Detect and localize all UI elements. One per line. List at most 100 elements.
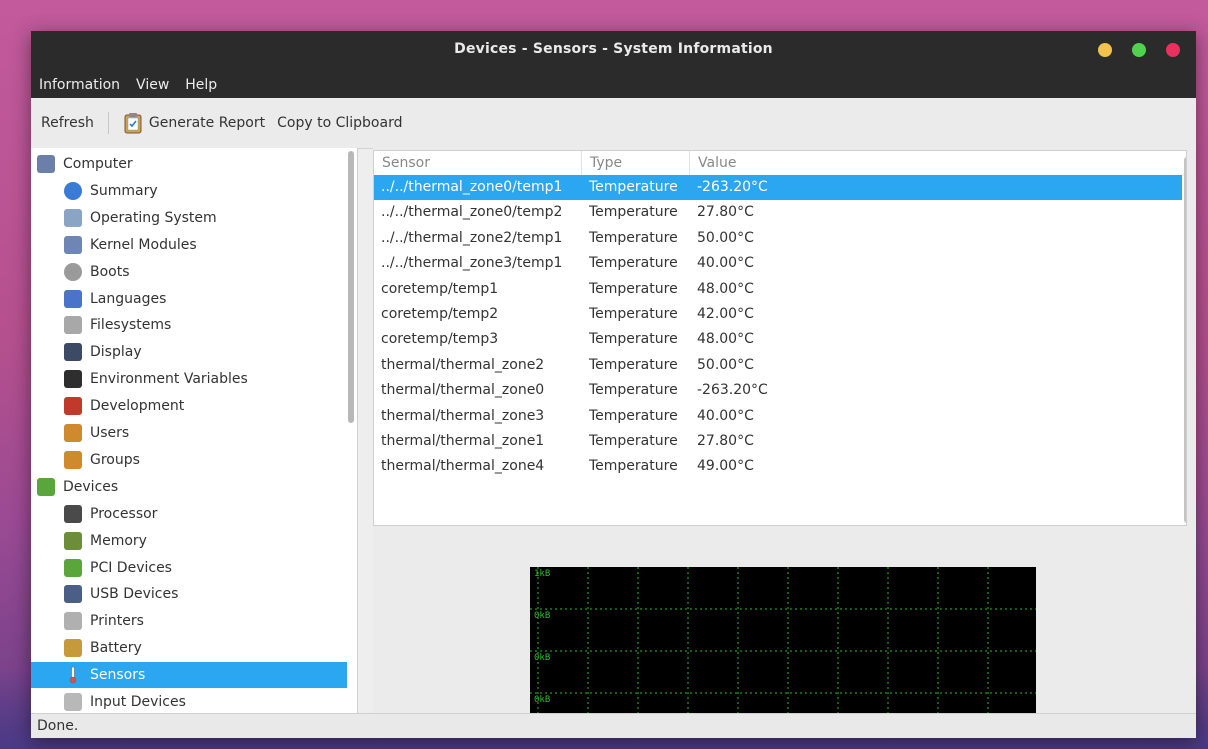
header-value[interactable]: Value xyxy=(690,151,830,175)
close-button[interactable] xyxy=(1166,43,1180,57)
type-cell: Temperature xyxy=(589,433,678,449)
sidebar-item-label: Summary xyxy=(90,182,158,199)
sidebar-item-sensors[interactable]: Sensors xyxy=(31,662,347,689)
table-row[interactable]: ../../thermal_zone0/temp2 Temperature 27.8… xyxy=(374,200,1182,225)
table-row[interactable]: thermal/thermal_zone3 Temperature 40.00°C xyxy=(374,404,1182,429)
sensor-cell: thermal/thermal_zone4 xyxy=(381,458,545,475)
menu-bar: Information View Help xyxy=(31,73,225,97)
table-row[interactable]: thermal/thermal_zone1 Temperature 27.80°C xyxy=(374,429,1182,454)
toolbar-separator xyxy=(107,112,109,134)
sidebar-item-label: Sensors xyxy=(90,667,146,684)
table-row[interactable]: ../../thermal_zone2/temp1 Temperature 50.0… xyxy=(374,226,1182,251)
sidebar-item-languages[interactable]: Languages xyxy=(31,286,166,312)
table-row[interactable]: thermal/thermal_zone2 Temperature 50.00°C xyxy=(374,353,1182,378)
menu-information[interactable]: Information xyxy=(31,73,128,97)
sensor-cell: coretemp/temp3 xyxy=(381,331,499,348)
sidebar-item-label: Users xyxy=(90,425,130,441)
sidebar-item-pci-devices[interactable]: PCI Devices xyxy=(31,555,172,581)
sidebar-item-input-devices[interactable]: Input Devices xyxy=(31,689,186,713)
header-sensor[interactable]: Sensor xyxy=(374,151,582,175)
sidebar-item-label: Devices xyxy=(63,478,119,495)
copy-to-clipboard-button[interactable]: Copy to Clipboard xyxy=(275,115,412,131)
menu-view[interactable]: View xyxy=(128,73,177,97)
graph-grid xyxy=(530,567,1036,735)
sidebar-item-processor[interactable]: Processor xyxy=(31,501,157,527)
sensor-graph: 1kB 0kB 0kB 0kB xyxy=(530,567,1036,735)
info-icon xyxy=(64,181,82,200)
table-row[interactable]: ../../thermal_zone0/temp1 Temperature -263… xyxy=(374,175,1182,200)
usb-icon xyxy=(64,585,82,604)
refresh-button[interactable]: Refresh xyxy=(31,115,104,131)
graph-label: 1kB xyxy=(534,569,551,579)
sidebar-item-operating-system[interactable]: Operating System xyxy=(31,205,217,231)
sidebar-item-label: Processor xyxy=(90,505,158,522)
copy-to-clipboard-label: Copy to Clipboard xyxy=(277,115,403,131)
type-cell: Temperature xyxy=(589,331,678,348)
type-cell: Temperature xyxy=(589,255,678,272)
sensor-table: Sensor Type Value ../../thermal_zone0/te… xyxy=(373,150,1187,526)
sidebar-item-label: Printers xyxy=(90,613,144,630)
sensor-cell: ../../thermal_zone3/temp1 xyxy=(381,255,563,272)
sidebar-item-summary[interactable]: Summary xyxy=(31,178,158,204)
sensor-cell: coretemp/temp1 xyxy=(381,280,499,297)
maximize-button[interactable] xyxy=(1132,43,1146,57)
sidebar-item-boots[interactable]: Boots xyxy=(31,259,130,285)
sidebar-item-battery[interactable]: Battery xyxy=(31,635,142,661)
sidebar-item-filesystems[interactable]: Filesystems xyxy=(31,312,171,338)
app-window: Devices - Sensors - System Information I… xyxy=(31,31,1196,738)
sidebar-item-label: Computer xyxy=(63,156,133,172)
sidebar-item-label: Kernel Modules xyxy=(90,236,197,253)
value-cell: -263.20°C xyxy=(697,179,768,195)
sidebar-item-groups[interactable]: Groups xyxy=(31,447,140,473)
sidebar-item-users[interactable]: Users xyxy=(31,420,129,446)
sensor-cell: ../../thermal_zone0/temp2 xyxy=(381,204,563,221)
sidebar-item-memory[interactable]: Memory xyxy=(31,528,147,554)
power-icon xyxy=(64,262,82,281)
value-cell: 42.00°C xyxy=(697,306,754,322)
sidebar-tree: Computer Summary Operating System Kernel Mo… xyxy=(31,148,358,713)
printer-icon xyxy=(64,612,82,631)
main-panel: Sensor Type Value ../../thermal_zone0/te… xyxy=(373,148,1196,735)
sidebar-item-label: Memory xyxy=(90,532,147,549)
sidebar-item-label: Filesystems xyxy=(90,317,172,334)
sidebar-item-kernel-modules[interactable]: Kernel Modules xyxy=(31,232,197,258)
sidebar-item-usb-devices[interactable]: USB Devices xyxy=(31,581,178,607)
sensor-cell: coretemp/temp2 xyxy=(381,306,499,322)
sidebar-item-display[interactable]: Display xyxy=(31,339,142,365)
menu-help[interactable]: Help xyxy=(177,73,225,97)
sidebar-item-label: Development xyxy=(90,398,185,415)
window-title: Devices - Sensors - System Information xyxy=(454,41,773,57)
type-cell: Temperature xyxy=(589,356,678,373)
table-scrollbar[interactable] xyxy=(1184,157,1186,523)
sidebar-item-label: Input Devices xyxy=(90,694,186,710)
table-row[interactable]: coretemp/temp1 Temperature 48.00°C xyxy=(374,277,1182,302)
monitor-icon xyxy=(64,343,82,362)
sidebar-item-label: Environment Variables xyxy=(90,371,248,388)
generate-report-button[interactable]: Generate Report xyxy=(113,112,275,134)
pci-icon xyxy=(64,558,82,577)
sidebar-item-label: Operating System xyxy=(90,209,217,226)
sidebar-item-printers[interactable]: Printers xyxy=(31,608,144,634)
header-type[interactable]: Type xyxy=(582,151,690,175)
refresh-label: Refresh xyxy=(41,115,94,131)
table-row[interactable]: thermal/thermal_zone4 Temperature 49.00°C xyxy=(374,454,1182,479)
type-cell: Temperature xyxy=(589,407,678,424)
table-header: Sensor Type Value xyxy=(374,151,1186,175)
sidebar-item-devices[interactable]: Devices xyxy=(31,474,118,500)
sidebar-item-development[interactable]: Development xyxy=(31,393,184,419)
table-row[interactable]: ../../thermal_zone3/temp1 Temperature 40.0… xyxy=(374,251,1182,276)
sidebar-scrollbar[interactable] xyxy=(348,151,354,423)
processor-icon xyxy=(64,504,82,523)
table-row[interactable]: coretemp/temp2 Temperature 42.00°C xyxy=(374,302,1182,327)
users-icon xyxy=(64,424,82,442)
sidebar-item-label: Display xyxy=(90,344,142,361)
table-row[interactable]: thermal/thermal_zone0 Temperature -263.20°… xyxy=(374,378,1182,403)
table-row[interactable]: coretemp/temp3 Temperature 48.00°C xyxy=(374,327,1182,352)
sidebar-item-environment-variables[interactable]: Environment Variables xyxy=(31,366,248,392)
sidebar-item-label: Languages xyxy=(90,290,167,307)
type-cell: Temperature xyxy=(589,179,678,195)
sidebar-item-label: Battery xyxy=(90,640,142,657)
minimize-button[interactable] xyxy=(1098,43,1112,57)
sidebar-item-computer[interactable]: Computer xyxy=(31,151,133,177)
type-cell: Temperature xyxy=(589,382,678,399)
